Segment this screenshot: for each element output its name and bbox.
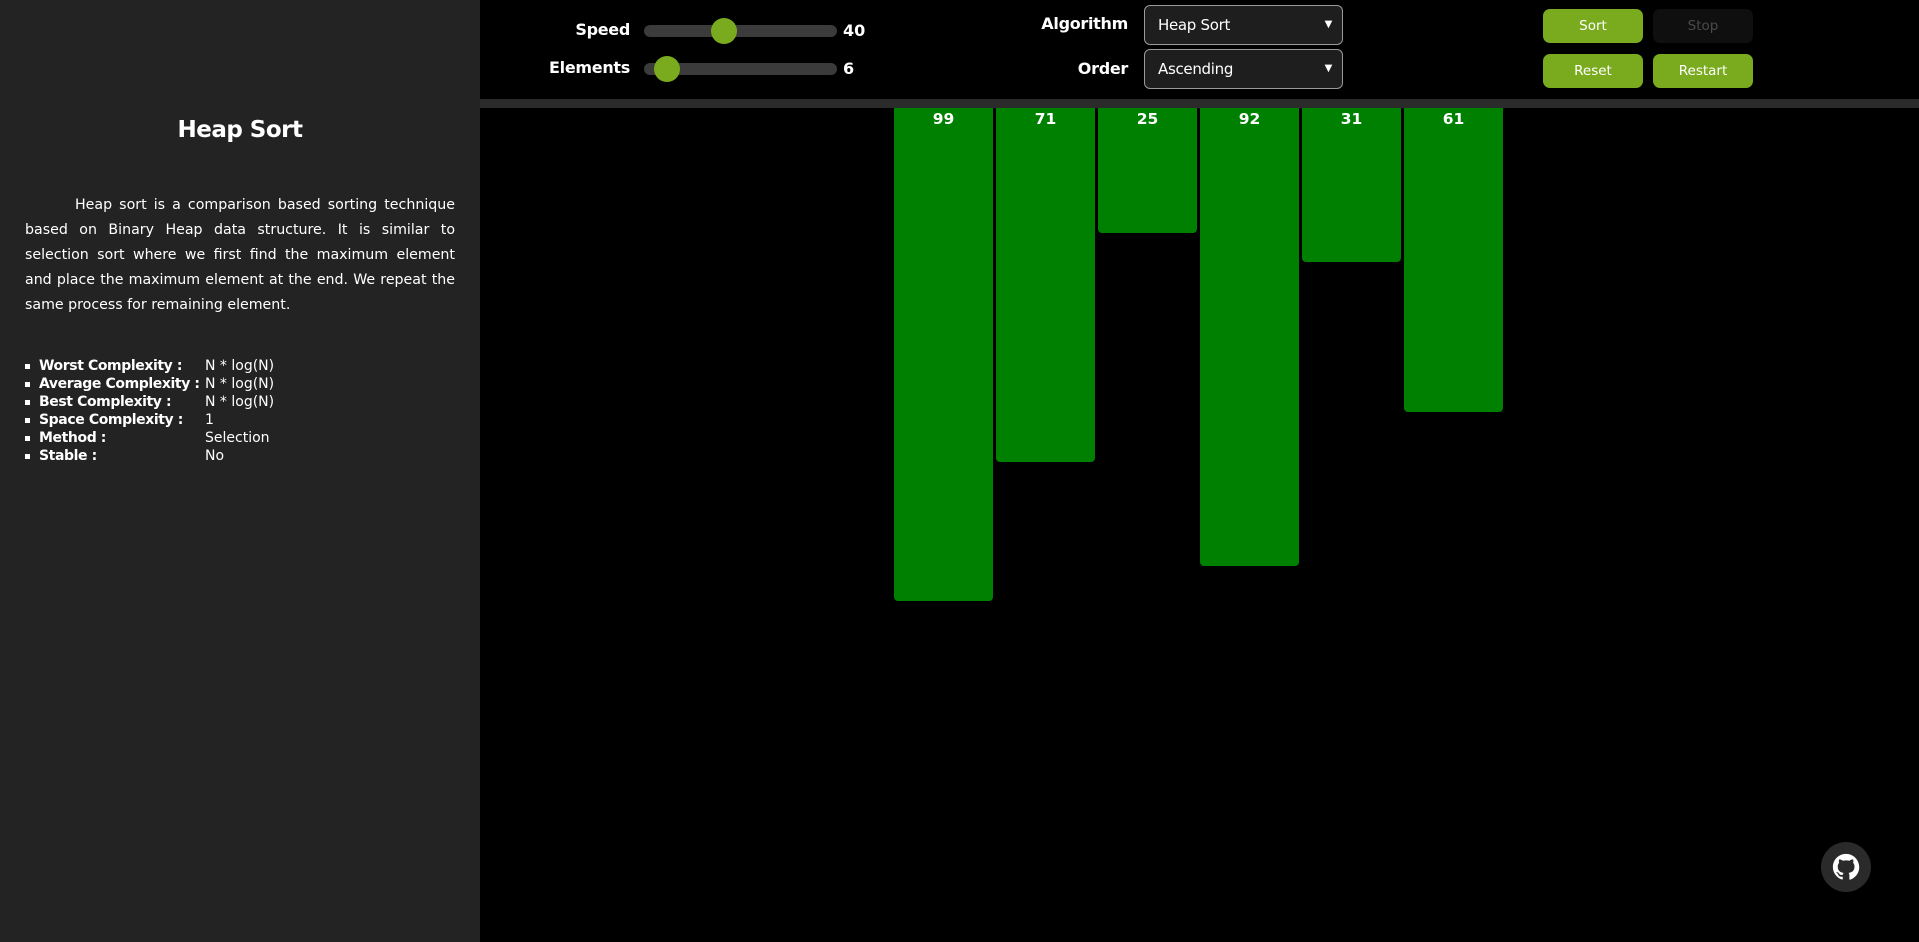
speed-slider[interactable]	[644, 18, 837, 44]
array-bar	[996, 108, 1095, 462]
array-bar-value: 92	[1238, 110, 1261, 128]
info-value: N * log(N)	[205, 358, 275, 374]
info-value: Selection	[205, 430, 270, 446]
array-bar	[1302, 108, 1401, 262]
info-key: Stable :	[39, 448, 97, 464]
array-bar	[1404, 108, 1503, 412]
info-row-average-complexity: Average Complexity : N * log(N)	[25, 375, 465, 393]
info-key: Method :	[39, 430, 106, 446]
array-bar-value: 31	[1340, 110, 1363, 128]
array-bar-value: 99	[932, 110, 955, 128]
sort-button[interactable]: Sort	[1543, 9, 1643, 43]
reset-button[interactable]: Reset	[1543, 54, 1643, 88]
info-value: N * log(N)	[205, 394, 275, 410]
info-key: Best Complexity :	[39, 394, 172, 410]
info-row-method: Method : Selection	[25, 429, 465, 447]
chevron-down-icon: ▼	[1324, 63, 1333, 74]
order-select[interactable]: Ascending ▼	[1144, 49, 1343, 89]
array-bar-value: 61	[1442, 110, 1465, 128]
speed-slider-track[interactable]	[644, 25, 837, 37]
info-row-stable: Stable : No	[25, 447, 465, 465]
elements-label: Elements	[549, 58, 630, 77]
array-bar	[894, 108, 993, 601]
elements-slider[interactable]	[644, 56, 837, 82]
speed-value: 40	[843, 21, 866, 40]
algorithm-label: Algorithm	[1041, 14, 1128, 33]
info-key: Average Complexity :	[39, 376, 200, 392]
elements-value: 6	[843, 59, 855, 78]
info-row-space-complexity: Space Complexity : 1	[25, 411, 465, 429]
chevron-down-icon: ▼	[1324, 19, 1333, 30]
complexity-list: Worst Complexity : N * log(N) Average Co…	[25, 357, 465, 465]
bullet-icon	[25, 363, 30, 369]
info-key: Worst Complexity :	[39, 358, 183, 374]
github-icon	[1832, 853, 1860, 880]
info-value: N * log(N)	[205, 376, 275, 392]
bullet-icon	[25, 417, 30, 423]
bullet-icon	[25, 399, 30, 405]
order-select-value: Ascending	[1158, 60, 1234, 78]
elements-slider-thumb[interactable]	[654, 56, 681, 82]
array-bars-area: 99 71 25 92 31 61	[480, 108, 1919, 942]
algorithm-title: Heap Sort	[177, 117, 303, 143]
sidebar: Heap Sort Heap sort is a comparison base…	[0, 0, 480, 942]
algorithm-description: Heap sort is a comparison based sorting …	[25, 197, 455, 313]
array-bar	[1200, 108, 1299, 566]
speed-label: Speed	[575, 20, 630, 39]
bullet-icon	[25, 381, 30, 387]
info-value: 1	[205, 412, 214, 428]
array-bar-value: 25	[1136, 110, 1159, 128]
info-value: No	[205, 448, 225, 464]
bullet-icon	[25, 435, 30, 441]
array-bar-value: 71	[1034, 110, 1057, 128]
speed-slider-thumb[interactable]	[710, 18, 737, 44]
restart-button[interactable]: Restart	[1653, 54, 1753, 88]
order-label: Order	[1077, 59, 1129, 78]
info-row-best-complexity: Best Complexity : N * log(N)	[25, 393, 465, 411]
info-row-worst-complexity: Worst Complexity : N * log(N)	[25, 357, 465, 375]
bullet-icon	[25, 453, 30, 459]
algorithm-select-value: Heap Sort	[1158, 16, 1231, 34]
stop-button[interactable]: Stop	[1653, 9, 1753, 43]
toolbar-divider	[480, 99, 1919, 108]
github-link[interactable]	[1821, 842, 1871, 892]
algorithm-select[interactable]: Heap Sort ▼	[1144, 5, 1343, 45]
info-key: Space Complexity :	[39, 412, 183, 428]
